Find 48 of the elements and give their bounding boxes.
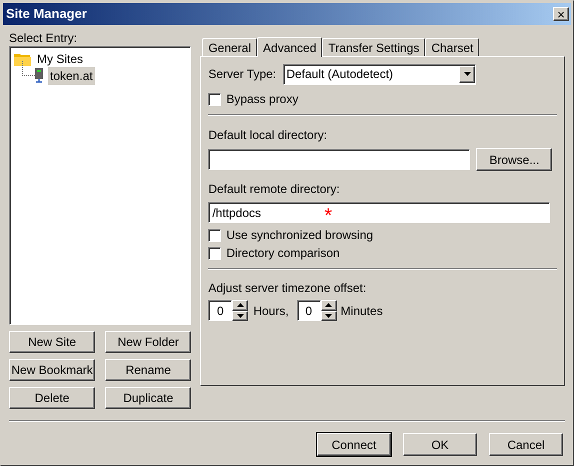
- number-field[interactable]: 0: [296, 300, 321, 321]
- close-button[interactable]: ×: [553, 7, 569, 21]
- action-button[interactable]: New Bookmark: [9, 359, 96, 381]
- tab[interactable]: General: [202, 38, 258, 56]
- tree-item[interactable]: token.at: [48, 66, 95, 84]
- checkbox-label: Bypass proxy: [226, 91, 298, 108]
- select-entry-label: Select Entry:: [9, 30, 78, 46]
- action-button[interactable]: Delete: [9, 387, 96, 409]
- remote-directory-label: Default remote directory:: [208, 181, 341, 198]
- checkbox-label: Directory comparison: [226, 245, 340, 262]
- dialog-button[interactable]: OK: [403, 433, 477, 456]
- action-button[interactable]: Rename: [105, 359, 192, 381]
- site-tree[interactable]: My Sites token.at: [9, 46, 192, 325]
- server-type-dropdown[interactable]: Default (Autodetect): [283, 64, 476, 84]
- remote-directory-field[interactable]: /httpdocs *: [208, 202, 550, 223]
- down-arrow-icon: [236, 314, 244, 318]
- action-button[interactable]: Duplicate: [105, 387, 192, 409]
- browse-button[interactable]: Browse...: [476, 148, 552, 171]
- tab[interactable]: Charset: [425, 38, 480, 56]
- dialog-button[interactable]: Cancel: [489, 433, 563, 456]
- folder-icon: [14, 52, 31, 66]
- checkbox[interactable]: [208, 228, 222, 242]
- local-directory-field[interactable]: [208, 149, 470, 170]
- hours-label: Hours,: [253, 302, 289, 320]
- tree-item[interactable]: My Sites: [35, 50, 86, 68]
- tab[interactable]: Transfer Settings: [322, 38, 426, 56]
- number-field[interactable]: 0: [208, 300, 232, 321]
- checkbox[interactable]: [208, 246, 222, 260]
- checkbox-label: Use synchronized browsing: [226, 227, 374, 244]
- window-title: Site Manager: [6, 5, 87, 24]
- tree-line-icon: [22, 61, 36, 76]
- up-arrow-icon: [325, 303, 332, 308]
- tab[interactable]: Advanced: [257, 37, 322, 57]
- dialog-button[interactable]: Connect: [317, 433, 391, 456]
- server-icon: [34, 68, 44, 83]
- action-button[interactable]: New Site: [9, 331, 96, 353]
- up-arrow-icon: [236, 303, 244, 308]
- local-directory-label: Default local directory:: [208, 127, 328, 144]
- spin-buttons[interactable]: [320, 300, 337, 321]
- checkbox[interactable]: [208, 92, 222, 106]
- required-marker: *: [324, 206, 332, 226]
- server-type-label: Server Type:: [208, 66, 278, 83]
- dropdown-arrow-icon: [464, 72, 471, 76]
- spin-buttons[interactable]: [232, 300, 248, 321]
- timezone-label: Adjust server timezone offset:: [208, 280, 368, 297]
- action-button[interactable]: New Folder: [105, 331, 192, 353]
- minutes-label: Minutes: [340, 302, 383, 320]
- down-arrow-icon: [325, 314, 332, 318]
